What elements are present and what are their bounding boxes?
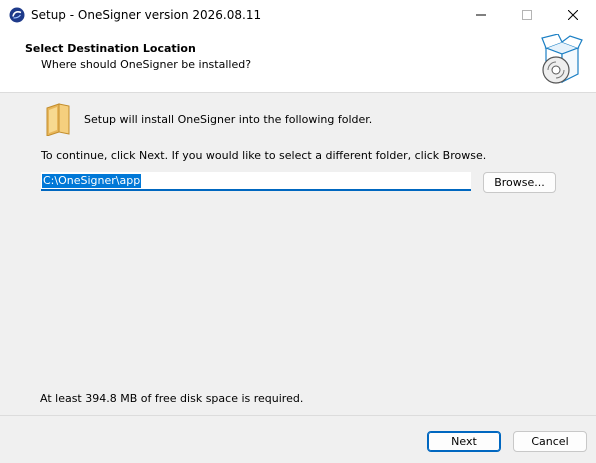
disk-space-text: At least 394.8 MB of free disk space is … <box>40 392 304 405</box>
next-button[interactable]: Next <box>427 431 501 452</box>
minimize-button[interactable] <box>458 0 504 31</box>
title-bar: Setup - OneSigner version 2026.08.11 <box>0 0 596 31</box>
folder-icon <box>46 103 70 136</box>
close-icon <box>568 10 578 20</box>
footer-divider <box>0 415 596 416</box>
software-box-disc-icon <box>541 34 583 84</box>
window-title: Setup - OneSigner version 2026.08.11 <box>31 8 262 22</box>
page-subtitle: Where should OneSigner be installed? <box>41 58 252 71</box>
app-icon <box>9 7 25 23</box>
wizard-header: Select Destination Location Where should… <box>0 31 596 93</box>
destination-path-value: C:\OneSigner\app <box>42 174 142 188</box>
page-title: Select Destination Location <box>25 42 196 55</box>
close-button[interactable] <box>550 0 596 31</box>
minimize-icon <box>476 14 486 16</box>
maximize-icon <box>522 10 532 20</box>
cancel-button[interactable]: Cancel <box>513 431 587 452</box>
maximize-button[interactable] <box>504 0 550 31</box>
instruction-text: To continue, click Next. If you would li… <box>41 149 487 162</box>
browse-button[interactable]: Browse... <box>483 172 556 193</box>
install-info-text: Setup will install OneSigner into the fo… <box>84 113 373 126</box>
